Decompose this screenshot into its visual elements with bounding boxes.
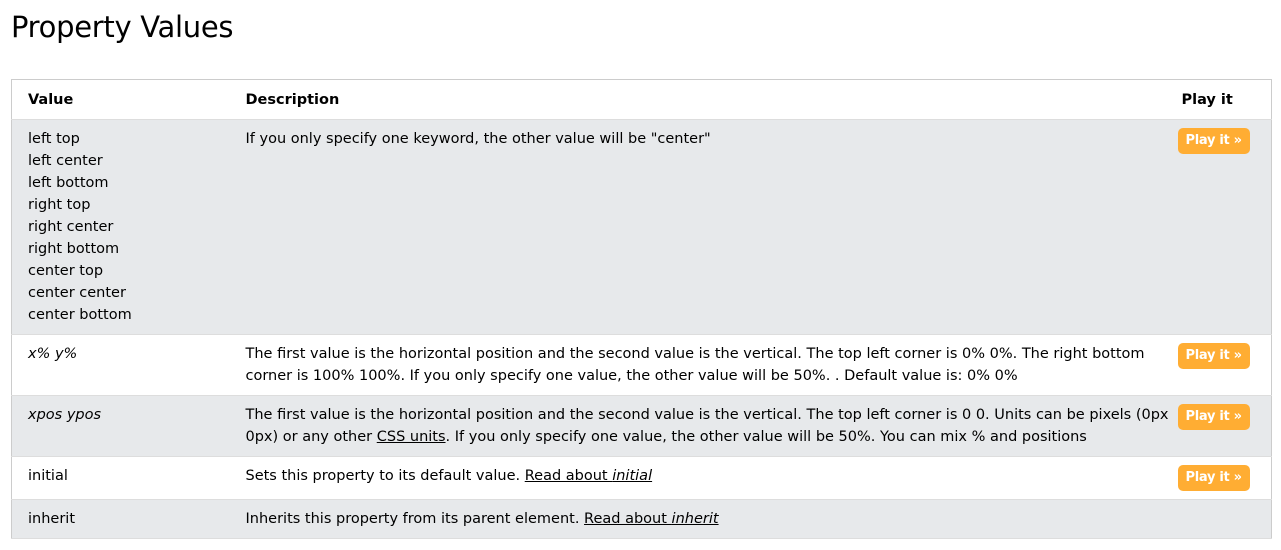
css-units-link[interactable]: CSS units (377, 429, 446, 445)
play-it-button[interactable]: Play it » (1177, 465, 1250, 491)
value-keyword: left center (28, 153, 103, 169)
property-values-table-container: Value Description Play it left top left … (11, 79, 1272, 539)
value-cell: x% y% (11, 334, 230, 396)
value-keyword: right center (28, 219, 114, 235)
link-prefix: Read about (584, 511, 672, 527)
description-cell: If you only specify one keyword, the oth… (229, 119, 1174, 335)
value-keyword: center top (28, 263, 104, 279)
value-keyword: left top (28, 131, 80, 147)
link-keyword: initial (612, 468, 653, 484)
value-cell: inherit (11, 499, 230, 539)
value-keyword: right top (28, 197, 91, 213)
table-row: x% y% The first value is the horizontal … (11, 334, 1272, 396)
description-cell: Sets this property to its default value.… (229, 456, 1174, 500)
table-header-row: Value Description Play it (11, 79, 1272, 120)
value-cell: xpos ypos (11, 395, 230, 457)
value-keyword: right bottom (28, 241, 120, 257)
table-row: left top left center left bottom right t… (11, 119, 1272, 335)
read-about-initial-link[interactable]: Read about initial (525, 468, 652, 484)
link-keyword: inherit (671, 511, 719, 527)
value-cell: initial (11, 456, 230, 500)
play-cell-empty (1173, 499, 1272, 539)
value-cell: left top left center left bottom right t… (11, 119, 230, 335)
play-it-button[interactable]: Play it » (1177, 343, 1250, 369)
description-text: Sets this property to its default value. (245, 468, 525, 484)
play-cell: Play it » (1173, 119, 1272, 335)
page-title: Property Values (11, 10, 234, 44)
value-keyword: left bottom (28, 175, 109, 191)
value-list: left top left center left bottom right t… (28, 128, 230, 326)
play-it-button[interactable]: Play it » (1177, 128, 1250, 154)
description-cell: The first value is the horizontal positi… (229, 334, 1174, 396)
description-text: . If you only specify one value, the oth… (445, 429, 1087, 445)
header-play-it: Play it (1173, 79, 1272, 120)
description-cell: The first value is the horizontal positi… (229, 395, 1174, 457)
description-cell: Inherits this property from its parent e… (229, 499, 1174, 539)
value-keyword: center bottom (28, 307, 132, 323)
value-keyword: center center (28, 285, 126, 301)
header-value: Value (11, 79, 230, 120)
table-row: xpos ypos The first value is the horizon… (11, 395, 1272, 457)
play-it-button[interactable]: Play it » (1177, 404, 1250, 430)
header-description: Description (229, 79, 1174, 120)
table-row: inherit Inherits this property from its … (11, 499, 1272, 539)
play-cell: Play it » (1173, 334, 1272, 396)
play-cell: Play it » (1173, 395, 1272, 457)
read-about-inherit-link[interactable]: Read about inherit (584, 511, 719, 527)
table-row: initial Sets this property to its defaul… (11, 456, 1272, 500)
link-prefix: Read about (524, 468, 613, 484)
play-cell: Play it » (1173, 456, 1272, 500)
description-text: Inherits this property from its parent e… (245, 511, 585, 527)
property-values-table: Value Description Play it left top left … (11, 79, 1272, 539)
